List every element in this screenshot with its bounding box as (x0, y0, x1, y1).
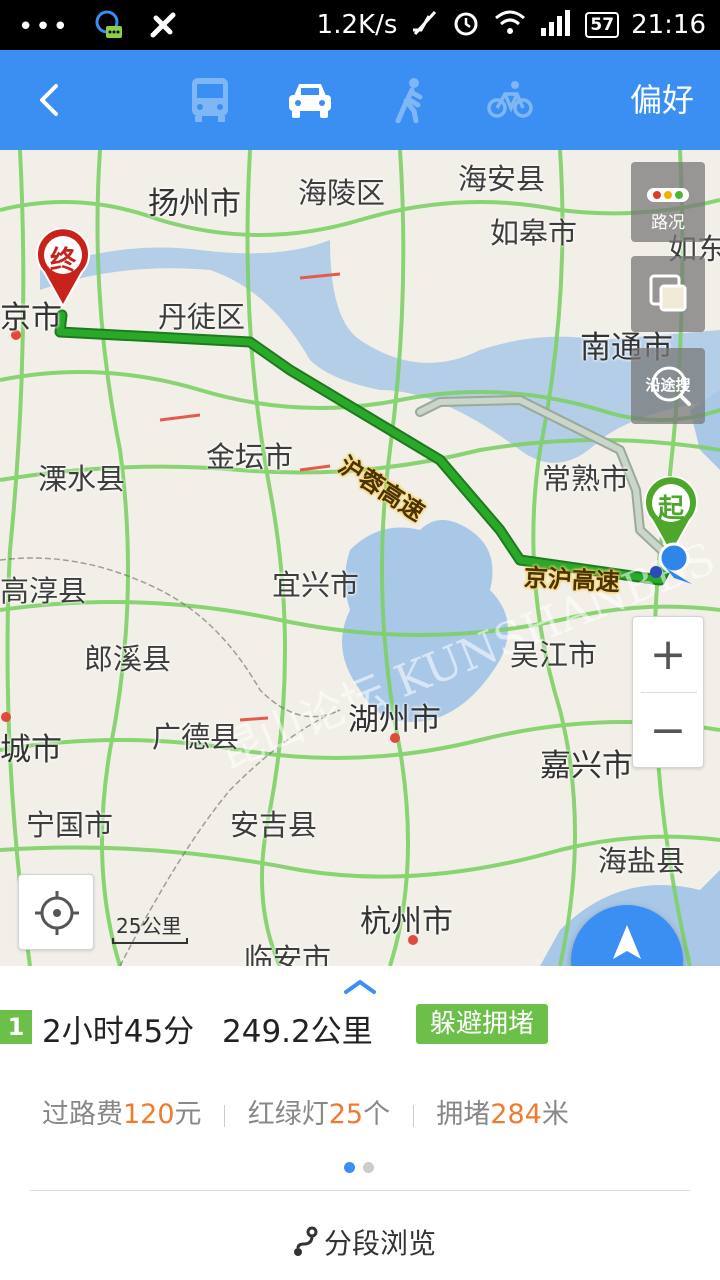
mode-walk-button[interactable] (380, 72, 440, 128)
preferences-button[interactable]: 偏好 (630, 80, 694, 120)
stats-separator (224, 1104, 226, 1127)
clock: 21:16 (631, 10, 706, 40)
city-label: 宜兴市 (272, 568, 360, 602)
route-segments-icon (294, 1226, 318, 1256)
lights-value: 25 (328, 1099, 364, 1130)
tools-icon (148, 10, 178, 44)
segment-browse-button[interactable]: 分段浏览 (290, 1222, 436, 1262)
mode-bike-button[interactable] (480, 72, 540, 128)
route-distance: 249.2公里 (222, 1014, 373, 1050)
city-label: 安吉县 (230, 808, 318, 842)
status-bar: ••• 1.2K/s 57 21:16 (0, 0, 720, 50)
bus-icon (192, 78, 228, 122)
city-label: 湖州市 (348, 702, 441, 738)
city-label: 城市 (0, 732, 62, 768)
crosshair-icon (35, 891, 79, 935)
search-along-label: 沿途搜 (645, 376, 691, 394)
bike-icon (487, 81, 533, 118)
scale-bar (112, 938, 188, 944)
city-label: 杭州市 (360, 904, 453, 940)
city-label: 丹徒区 (158, 300, 246, 334)
city-label: 扬州市 (148, 186, 241, 222)
scale-label: 25公里 (116, 914, 182, 938)
zoom-controls: + − (632, 616, 704, 768)
toll-unit: 元 (174, 1099, 202, 1130)
mode-bus-button[interactable] (180, 72, 240, 128)
alarm-icon (451, 8, 481, 42)
avoid-congestion-badge: 躲避拥堵 (416, 1004, 549, 1044)
city-label: 金坛市 (206, 440, 294, 474)
jam-value: 284 (490, 1099, 542, 1130)
chat-notification-icon (92, 8, 126, 46)
stats-separator (412, 1104, 414, 1127)
zoom-out-button[interactable]: − (633, 693, 703, 768)
mode-car-button[interactable] (280, 72, 340, 128)
page-dot (363, 1162, 374, 1173)
city-label: 海安县 (458, 162, 546, 196)
route-stats: 过路费120元 红绿灯25个 拥堵284米 (42, 1092, 569, 1131)
jam-unit: 米 (541, 1099, 569, 1130)
expand-handle[interactable] (340, 972, 380, 998)
layers-button[interactable] (631, 256, 705, 332)
end-marker[interactable]: 终 (34, 227, 92, 309)
city-label: 高淳县 (0, 574, 88, 608)
wifi-icon (493, 8, 527, 42)
traffic-button[interactable]: 路况 (631, 162, 705, 242)
city-label: 海陵区 (298, 176, 386, 210)
locate-button[interactable] (18, 874, 94, 950)
layers-icon (649, 274, 687, 312)
chevron-up-icon (344, 980, 376, 994)
page-indicator (344, 1162, 374, 1173)
network-speed: 1.2K/s (316, 10, 398, 40)
route-duration: 2小时45分 (42, 1014, 195, 1050)
route-index-badge: 1 (0, 1010, 32, 1044)
city-label: 广德县 (152, 720, 240, 754)
city-label: 海盐县 (598, 844, 686, 878)
location-dot-icon (650, 542, 692, 584)
signal-icon (539, 8, 573, 42)
city-label: 溧水县 (38, 462, 126, 496)
lights-unit: 个 (363, 1099, 391, 1130)
zoom-in-button[interactable]: + (633, 617, 703, 692)
city-label: 如皋市 (490, 216, 578, 250)
battery-level: 57 (590, 15, 615, 35)
city-label: 嘉兴市 (540, 748, 633, 784)
battery-icon: 57 (585, 12, 620, 38)
walk-icon (395, 78, 423, 123)
end-marker-label: 终 (49, 246, 76, 276)
start-marker-label: 起 (657, 494, 684, 524)
map-view[interactable]: 昆山论坛 KUNSHANBBS 扬州市 海陵区 海安县 如皋市 如东 京市 丹徒… (0, 150, 720, 966)
back-arrow-icon (40, 84, 58, 116)
city-label: 吴江市 (510, 638, 598, 672)
city-label: 郎溪县 (84, 642, 172, 676)
search-along-route-button[interactable]: 沿途搜 (631, 348, 705, 424)
toll-value: 120 (123, 1099, 175, 1130)
top-navigation-bar: 偏好 (0, 50, 720, 150)
car-icon (289, 84, 331, 118)
traffic-label: 路况 (651, 213, 685, 233)
road-label: 京沪高速 (523, 563, 621, 597)
toll-label: 过路费 (42, 1099, 123, 1130)
segment-browse-label: 分段浏览 (324, 1227, 437, 1260)
dots-icon: ••• (18, 12, 71, 42)
divider (30, 1190, 690, 1191)
mute-icon (409, 8, 439, 42)
route-summary-panel: 1 2小时45分 249.2公里 躲避拥堵 过路费120元 红绿灯25个 拥堵2… (0, 966, 720, 1280)
jam-label: 拥堵 (436, 1099, 491, 1130)
city-label: 宁国市 (26, 808, 114, 842)
lights-label: 红绿灯 (247, 1099, 329, 1130)
current-location-marker (646, 540, 692, 586)
city-label: 临安市 (244, 942, 332, 966)
page-dot-active (344, 1162, 355, 1173)
city-label: 常熟市 (542, 462, 630, 496)
back-button[interactable] (24, 72, 80, 128)
